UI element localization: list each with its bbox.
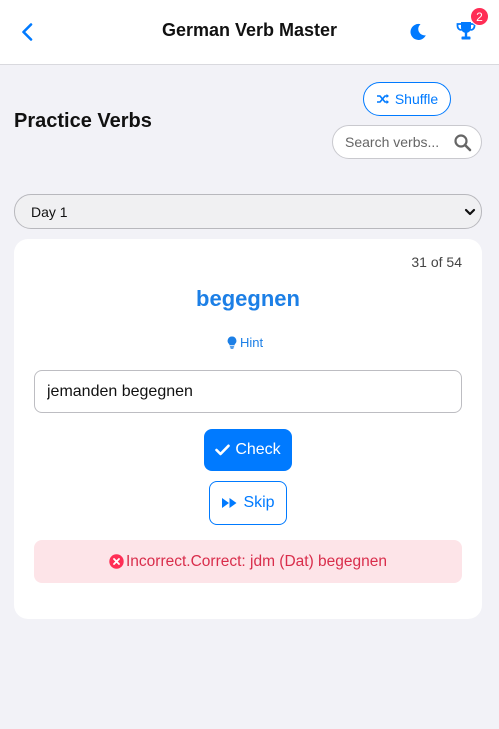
fast-forward-icon xyxy=(222,498,237,508)
check-button[interactable]: Check xyxy=(204,429,292,471)
notification-badge: 2 xyxy=(470,7,489,26)
error-circle-icon xyxy=(109,554,124,569)
hint-button[interactable]: Hint xyxy=(227,333,263,351)
moon-icon xyxy=(410,23,426,40)
feedback-message: Incorrect.Correct: jdm (Dat) begegnen xyxy=(34,540,462,583)
shuffle-icon xyxy=(376,94,389,104)
search-box xyxy=(332,125,482,159)
search-icon[interactable] xyxy=(453,133,473,153)
answer-input[interactable] xyxy=(34,370,462,413)
hint-label: Hint xyxy=(240,334,264,350)
skip-button[interactable]: Skip xyxy=(209,481,287,525)
skip-label: Skip xyxy=(243,494,275,511)
lightbulb-icon xyxy=(227,335,237,349)
day-select-value: Day 1 xyxy=(31,203,68,220)
verb-prompt: begegnen xyxy=(196,286,300,311)
shuffle-label: Shuffle xyxy=(394,91,439,107)
chevron-left-icon xyxy=(22,23,33,41)
search-input[interactable] xyxy=(345,126,453,158)
feedback-text: Incorrect.Correct: jdm (Dat) begegnen xyxy=(125,552,388,570)
app-header: German Verb Master 2 xyxy=(0,0,499,65)
check-label: Check xyxy=(235,441,281,458)
practice-card: 31 of 54 begegnen Hint Check Skip Incorr… xyxy=(14,239,482,619)
day-select[interactable]: Day 1 xyxy=(14,194,482,229)
back-button[interactable] xyxy=(16,20,38,44)
theme-toggle-button[interactable] xyxy=(407,20,429,44)
page-title: Practice Verbs xyxy=(14,110,152,132)
progress-counter: 31 of 54 xyxy=(411,254,462,270)
chevron-down-icon xyxy=(464,208,476,216)
checkmark-icon xyxy=(215,444,231,456)
shuffle-button[interactable]: Shuffle xyxy=(363,82,451,116)
